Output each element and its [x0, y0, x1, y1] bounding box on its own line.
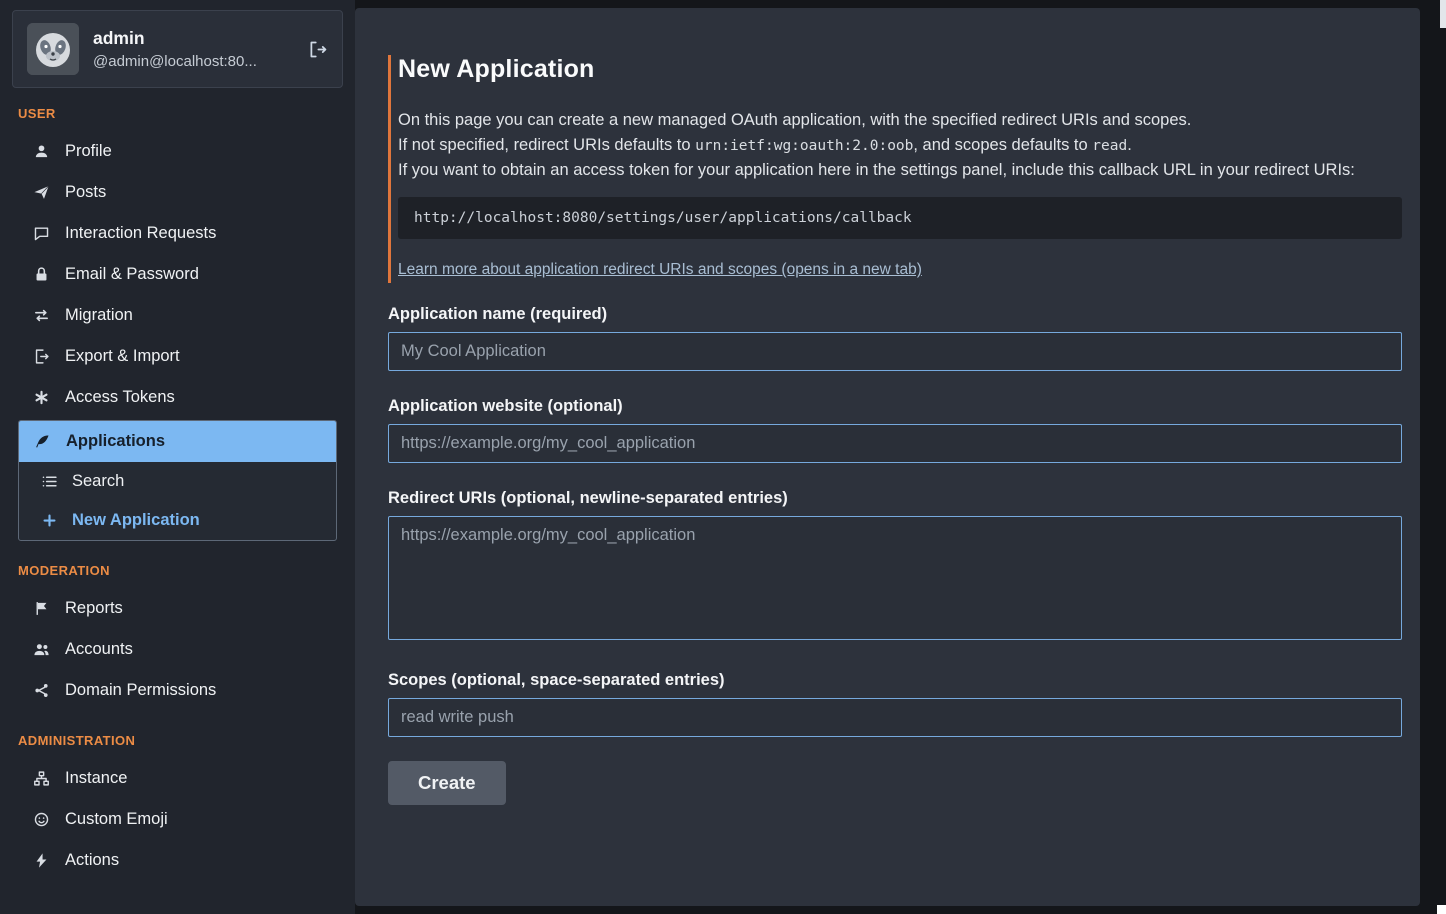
- main-area: New Application On this page you can cre…: [355, 0, 1446, 914]
- user-card[interactable]: admin @admin@localhost:80...: [12, 10, 343, 88]
- sidebar-item-reports[interactable]: Reports: [0, 588, 355, 629]
- application-website-input[interactable]: [388, 424, 1402, 463]
- vertical-scrollbar-thumb[interactable]: [1440, 0, 1446, 28]
- sidebar-item-domain-permissions[interactable]: Domain Permissions: [0, 670, 355, 711]
- sidebar-item-instance[interactable]: Instance: [0, 758, 355, 799]
- bolt-icon: [33, 852, 51, 869]
- create-button[interactable]: Create: [388, 761, 506, 805]
- sidebar-item-actions[interactable]: Actions: [0, 840, 355, 881]
- application-website-label: Application website (optional): [388, 397, 1402, 416]
- scrollbar-corner: [1437, 905, 1446, 914]
- application-name-input[interactable]: [388, 332, 1402, 371]
- user-handle: @admin@localhost:80...: [93, 53, 293, 70]
- section-header-user: USER: [0, 106, 355, 121]
- scopes-input[interactable]: [388, 698, 1402, 737]
- sidebar-item-label: Search: [72, 472, 124, 491]
- application-name-label: Application name (required): [388, 305, 1402, 324]
- text-fragment: , and scopes defaults to: [913, 136, 1092, 154]
- list-icon: [41, 473, 59, 490]
- redirect-uris-label: Redirect URIs (optional, newline-separat…: [388, 489, 1402, 508]
- transfer-arrows-icon: [33, 307, 51, 324]
- sidebar-item-email-password[interactable]: Email & Password: [0, 254, 355, 295]
- intro-text: On this page you can create a new manage…: [398, 108, 1402, 182]
- sidebar-item-applications-search[interactable]: Search: [19, 462, 336, 501]
- sidebar-item-label: Instance: [65, 769, 127, 788]
- paper-plane-icon: [33, 184, 51, 201]
- intro-line-1: On this page you can create a new manage…: [398, 108, 1402, 133]
- applications-group: Applications Search New Application: [18, 420, 337, 541]
- text-fragment: If not specified, redirect URIs defaults…: [398, 136, 695, 154]
- sidebar-item-applications[interactable]: Applications: [19, 421, 336, 462]
- sidebar-item-custom-emoji[interactable]: Custom Emoji: [0, 799, 355, 840]
- feather-icon: [34, 433, 52, 450]
- lock-icon: [33, 266, 51, 283]
- callback-url-code[interactable]: http://localhost:8080/settings/user/appl…: [398, 197, 1402, 239]
- sidebar-item-applications-new[interactable]: New Application: [19, 501, 336, 540]
- section-header-moderation: MODERATION: [0, 563, 355, 578]
- sidebar-item-migration[interactable]: Migration: [0, 295, 355, 336]
- user-meta: admin @admin@localhost:80...: [93, 28, 293, 70]
- sidebar-item-profile[interactable]: Profile: [0, 131, 355, 172]
- sidebar-item-label: Domain Permissions: [65, 681, 216, 700]
- sidebar-item-interaction-requests[interactable]: Interaction Requests: [0, 213, 355, 254]
- section-header-administration: ADMINISTRATION: [0, 733, 355, 748]
- speech-bubble-icon: [33, 225, 51, 242]
- redirect-uris-textarea[interactable]: [388, 516, 1402, 640]
- file-export-icon: [33, 348, 51, 365]
- inline-code-read: read: [1092, 138, 1127, 154]
- sidebar-item-label: Email & Password: [65, 265, 199, 284]
- share-nodes-icon: [33, 682, 51, 699]
- scopes-label: Scopes (optional, space-separated entrie…: [388, 671, 1402, 690]
- sidebar-item-label: Access Tokens: [65, 388, 175, 407]
- page-title: New Application: [398, 55, 1402, 84]
- avatar: [27, 23, 79, 75]
- users-icon: [33, 641, 51, 658]
- new-application-form: Application name (required) Application …: [388, 305, 1402, 805]
- sidebar-item-label: Migration: [65, 306, 133, 325]
- sidebar-item-accounts[interactable]: Accounts: [0, 629, 355, 670]
- sidebar-item-label: Reports: [65, 599, 123, 618]
- sidebar-item-label: Accounts: [65, 640, 133, 659]
- intro-line-2: If not specified, redirect URIs defaults…: [398, 133, 1402, 158]
- plus-icon: [41, 512, 59, 529]
- logout-icon[interactable]: [307, 39, 328, 60]
- person-icon: [33, 143, 51, 160]
- sidebar-item-access-tokens[interactable]: Access Tokens: [0, 377, 355, 418]
- sidebar-item-posts[interactable]: Posts: [0, 172, 355, 213]
- user-name: admin: [93, 28, 293, 49]
- sidebar-item-label: Profile: [65, 142, 112, 161]
- inline-code-oob: urn:ietf:wg:oauth:2.0:oob: [695, 138, 913, 154]
- smiley-icon: [33, 811, 51, 828]
- sitemap-icon: [33, 770, 51, 787]
- intro-line-3: If you want to obtain an access token fo…: [398, 158, 1402, 183]
- sidebar-item-export-import[interactable]: Export & Import: [0, 336, 355, 377]
- sidebar: admin @admin@localhost:80... USER Profil…: [0, 0, 355, 914]
- new-application-panel: New Application On this page you can cre…: [355, 8, 1420, 906]
- sidebar-item-label: Applications: [66, 432, 165, 451]
- sidebar-item-label: Interaction Requests: [65, 224, 216, 243]
- asterisk-icon: [33, 389, 51, 406]
- sidebar-item-label: Posts: [65, 183, 106, 202]
- sidebar-item-label: New Application: [72, 511, 200, 530]
- flag-icon: [33, 600, 51, 617]
- learn-more-link[interactable]: Learn more about application redirect UR…: [398, 261, 922, 279]
- intro-block: New Application On this page you can cre…: [388, 55, 1402, 283]
- sidebar-item-label: Custom Emoji: [65, 810, 168, 829]
- text-fragment: .: [1127, 136, 1132, 154]
- sidebar-item-label: Export & Import: [65, 347, 180, 366]
- sidebar-item-label: Actions: [65, 851, 119, 870]
